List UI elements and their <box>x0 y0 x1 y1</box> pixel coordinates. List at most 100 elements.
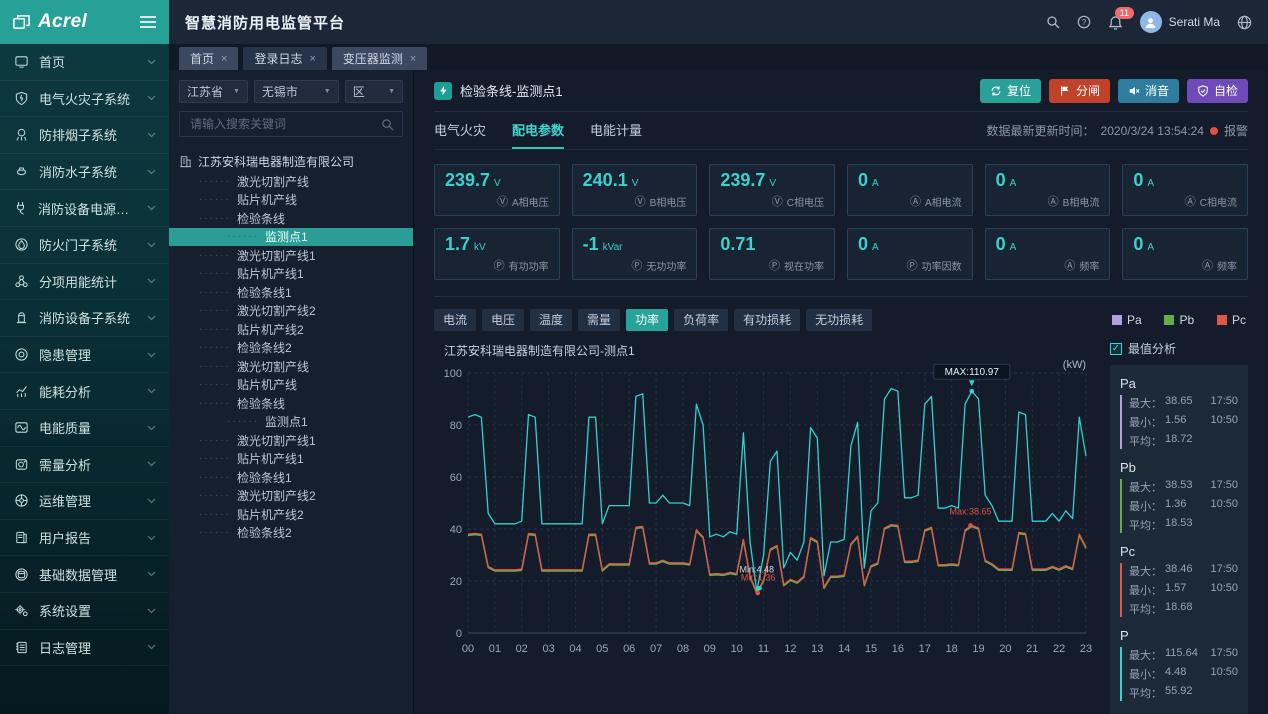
tree-node[interactable]: ······ 贴片机产线2 <box>169 320 413 339</box>
user-menu[interactable]: Serati Ma <box>1140 11 1220 33</box>
tree-node-label: 激光切割产线2 <box>237 487 316 504</box>
monitor-tab[interactable]: 电能计量 <box>590 112 642 149</box>
close-icon[interactable]: × <box>410 53 416 65</box>
tree-root-node[interactable]: 江苏安科瑞电器制造有限公司 <box>169 150 413 172</box>
caret-down-icon: ▼ <box>388 88 395 95</box>
sidebar-item[interactable]: 分项用能统计 <box>0 264 169 301</box>
sidebar-item[interactable]: 防排烟子系统 <box>0 117 169 154</box>
close-icon[interactable]: × <box>309 53 315 65</box>
open-tab[interactable]: 变压器监测 × <box>332 47 427 70</box>
metric-chip[interactable]: 负荷率 <box>674 309 728 331</box>
metric-chip[interactable]: 电压 <box>482 309 524 331</box>
open-tab[interactable]: 首页 × <box>179 47 238 70</box>
monitor-tab[interactable]: 配电参数 <box>512 112 564 149</box>
sidebar-item[interactable]: 隐患管理 <box>0 337 169 374</box>
tree-node[interactable]: ······ 贴片机产线 <box>169 376 413 395</box>
sidebar-item[interactable]: 消防水子系统 <box>0 154 169 191</box>
metric-chip[interactable]: 电流 <box>434 309 476 331</box>
tree-node[interactable]: ······ 贴片机产线1 <box>169 450 413 469</box>
metric-chip[interactable]: 需量 <box>578 309 620 331</box>
tree-node[interactable]: ······ 激光切割产线2 <box>169 302 413 321</box>
search-icon[interactable] <box>381 118 394 131</box>
tree-node[interactable]: ······ 检验条线 <box>169 209 413 228</box>
tree-node[interactable]: ······ 监测点1 <box>169 228 413 247</box>
sidebar-item[interactable]: 电能质量 <box>0 410 169 447</box>
metric-chip[interactable]: 温度 <box>530 309 572 331</box>
sidebar-item[interactable]: 电气火灾子系统 <box>0 81 169 118</box>
stats-key: 平均： <box>1129 685 1162 701</box>
sidebar-item-label: 消防设备子系统 <box>39 308 130 327</box>
tree-node[interactable]: ······ 贴片机产线 <box>169 191 413 210</box>
metric-chip[interactable]: 功率 <box>626 309 668 331</box>
region-select[interactable]: 江苏省 ▼ <box>179 80 248 103</box>
metric-chip[interactable]: 有功损耗 <box>734 309 800 331</box>
sidebar-item[interactable]: 运维管理 <box>0 483 169 520</box>
tree-node[interactable]: ······ 激光切割产线 <box>169 172 413 191</box>
open-tab[interactable]: 登录日志 × <box>243 47 326 70</box>
shield-check-button[interactable]: 自检 <box>1187 79 1248 103</box>
tree-node[interactable]: ······ 激光切割产线 <box>169 357 413 376</box>
tree-node[interactable]: ······ 检验条线2 <box>169 339 413 358</box>
card-unit: A <box>872 243 879 253</box>
monitor-tab[interactable]: 电气火灾 <box>434 112 486 149</box>
sidebar-item[interactable]: 消防设备子系统 <box>0 300 169 337</box>
region-select[interactable]: 区 ▼ <box>345 80 403 103</box>
region-select[interactable]: 无锡市 ▼ <box>254 80 339 103</box>
tree-node-label: 激光切割产线2 <box>237 302 316 319</box>
brand-logo[interactable]: Acrel <box>0 0 169 44</box>
svg-text:07: 07 <box>650 643 662 655</box>
stats-rows: 最大： 38.53 17:50 最小： 1.36 10:50 平均： 18.53 <box>1120 479 1238 533</box>
legend-item[interactable]: Pa <box>1112 313 1142 327</box>
stats-group: Pb 最大： 38.53 17:50 最小： 1.36 10:50 平均： 18… <box>1120 460 1238 533</box>
tree-node[interactable]: ······ 贴片机产线2 <box>169 505 413 524</box>
sidebar-item[interactable]: 基础数据管理 <box>0 556 169 593</box>
language-globe-icon[interactable] <box>1237 15 1252 30</box>
top-header: 智慧消防用电监管平台 ? 11 Serati Ma <box>169 0 1268 44</box>
sidebar-item[interactable]: 用户报告 <box>0 520 169 557</box>
tree-node[interactable]: ······ 贴片机产线1 <box>169 265 413 284</box>
tree-node[interactable]: ······ 激光切割产线1 <box>169 431 413 450</box>
sidebar-item[interactable]: 需量分析 <box>0 447 169 484</box>
svg-text:16: 16 <box>892 643 904 655</box>
hamburger-menu-icon[interactable] <box>139 15 157 29</box>
tree-node[interactable]: ······ 激光切割产线2 <box>169 487 413 506</box>
extremes-stats-panel: Pa 最大： 38.65 17:50 最小： 1.56 10:50 平均： 18… <box>1110 365 1248 714</box>
sidebar-item[interactable]: 防火门子系统 <box>0 227 169 264</box>
tree-node[interactable]: ······ 监测点1 <box>169 413 413 432</box>
metric-chip-label: 负荷率 <box>683 313 719 327</box>
metric-chip[interactable]: 无功损耗 <box>806 309 872 331</box>
action-button-label: 消音 <box>1145 82 1169 99</box>
legend-item[interactable]: Pc <box>1217 313 1246 327</box>
mute-button[interactable]: 消音 <box>1118 79 1179 103</box>
dashboard-icon <box>13 54 29 69</box>
tree-node[interactable]: ······ 检验条线2 <box>169 524 413 543</box>
search-input[interactable] <box>188 116 375 132</box>
tree-node[interactable]: ······ 检验条线1 <box>169 283 413 302</box>
tree-node[interactable]: ······ 检验条线 <box>169 394 413 413</box>
reset-button[interactable]: 复位 <box>980 79 1041 103</box>
chevron-down-icon <box>147 644 156 650</box>
monitor-header: 检验条线-监测点1 复位 分闸 消音 自检 <box>434 70 1248 112</box>
sidebar-item[interactable]: 能耗分析 <box>0 373 169 410</box>
open-tab-label: 首页 <box>190 50 214 67</box>
legend-item[interactable]: Pb <box>1164 313 1194 327</box>
search-icon[interactable] <box>1046 15 1060 29</box>
open-tab-label: 登录日志 <box>254 50 302 67</box>
help-icon[interactable]: ? <box>1077 15 1091 29</box>
close-icon[interactable]: × <box>221 53 227 65</box>
chevron-down-icon <box>147 315 156 321</box>
svg-text:(kW): (kW) <box>1063 359 1086 371</box>
notification-bell-icon[interactable]: 11 <box>1108 15 1123 30</box>
tree-node[interactable]: ······ 激光切割产线1 <box>169 246 413 265</box>
sidebar-item[interactable]: 系统设置 <box>0 593 169 630</box>
sidebar-item[interactable]: 消防设备电源子系统 <box>0 190 169 227</box>
circled-letter-icon: Ⓐ <box>1202 257 1213 273</box>
stats-rows: 最大： 38.65 17:50 最小： 1.56 10:50 平均： 18.72 <box>1120 395 1238 449</box>
legend-swatch <box>1164 315 1174 325</box>
extremes-checkbox[interactable]: ✓ 最值分析 <box>1110 340 1248 357</box>
sidebar-item[interactable]: 日志管理 <box>0 630 169 667</box>
sidebar-item[interactable]: 首页 <box>0 44 169 81</box>
flag-button[interactable]: 分闸 <box>1049 79 1110 103</box>
tree-node[interactable]: ······ 检验条线1 <box>169 468 413 487</box>
power-line-chart[interactable]: 0001020304050607080910111213141516171819… <box>434 359 1096 659</box>
